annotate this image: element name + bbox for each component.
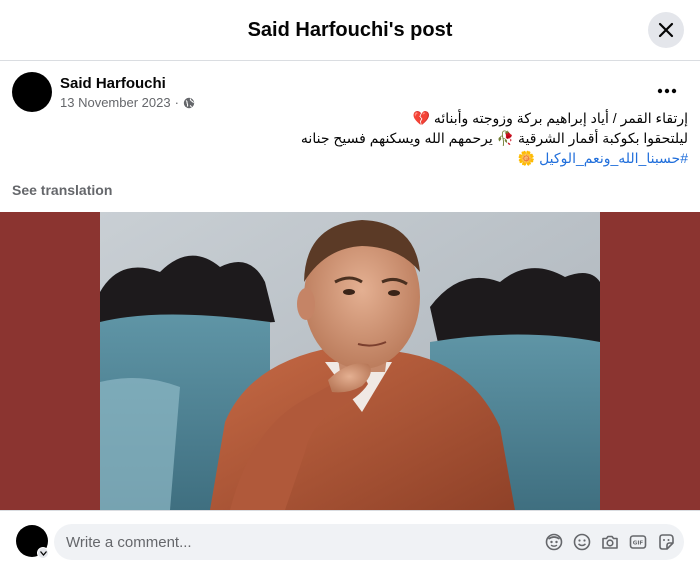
author-name[interactable]: Said Harfouchi (60, 75, 166, 92)
emoji-icon (573, 533, 591, 551)
emoji-button[interactable] (572, 532, 592, 552)
svg-text:GIF: GIF (633, 541, 644, 547)
post-photo-container[interactable] (0, 212, 700, 510)
avatar-sticker-icon (545, 533, 563, 551)
camera-icon (602, 535, 618, 549)
post-photo[interactable] (100, 212, 600, 510)
more-icon (657, 88, 677, 94)
see-translation-link[interactable]: See translation (12, 182, 112, 198)
sticker-button[interactable] (656, 532, 676, 552)
avatar-sticker-button[interactable] (544, 532, 564, 552)
gif-button[interactable]: GIF (628, 532, 648, 552)
hashtag-link[interactable]: #حسبنا_الله_ونعم_الوكيل (539, 150, 688, 166)
post-dialog: Said Harfouchi's post Said Harfouchi 13 … (0, 0, 700, 577)
photo-image (100, 212, 600, 510)
composer-icons: GIF (544, 532, 676, 552)
hashtag-emoji: 🌼 (517, 150, 536, 166)
avatar-dropdown[interactable] (37, 547, 49, 559)
chevron-down-icon (39, 550, 47, 556)
gif-icon: GIF (629, 535, 647, 549)
author-avatar[interactable] (12, 72, 52, 112)
more-options-button[interactable] (652, 76, 682, 106)
post-text-line: إرتقاء القمر / أياد إبراهيم بركة وزوجته … (412, 110, 688, 126)
close-icon (658, 22, 674, 38)
sticker-icon (659, 534, 674, 550)
camera-button[interactable] (600, 532, 620, 552)
dialog-header: Said Harfouchi's post (0, 0, 700, 61)
dialog-title: Said Harfouchi's post (247, 18, 453, 41)
post-text: إرتقاء القمر / أياد إبراهيم بركة وزوجته … (12, 108, 688, 168)
globe-icon[interactable] (183, 97, 195, 109)
comment-composer: GIF (0, 510, 700, 577)
close-button[interactable] (648, 12, 684, 48)
post-text-line: ليلتحقوا بكوكبة أقمار الشرقية 🥀 يرحمهم ا… (300, 130, 688, 146)
hashtag-line: #حسبنا_الله_ونعم_الوكيل 🌼 (12, 148, 688, 168)
